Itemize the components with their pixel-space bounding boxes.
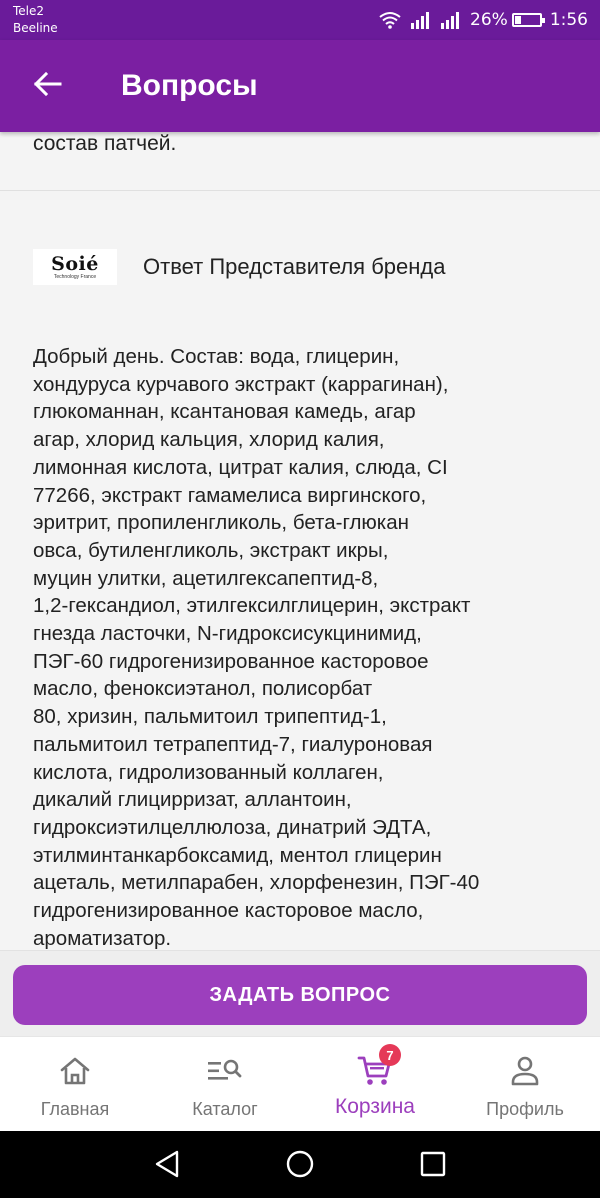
- home-icon: [55, 1054, 95, 1088]
- wifi-icon: [378, 11, 402, 29]
- profile-icon: [505, 1054, 545, 1088]
- battery-group: 26%: [470, 10, 545, 30]
- nav-item-catalog[interactable]: Каталог: [150, 1037, 300, 1131]
- brand-logo-name: Soié: [51, 252, 99, 275]
- nav-label-profile: Профиль: [486, 1099, 564, 1119]
- app-bar: Вопросы: [0, 40, 600, 132]
- nav-item-home[interactable]: Главная: [0, 1037, 150, 1131]
- nav-item-profile[interactable]: Профиль: [450, 1037, 600, 1131]
- bottom-navigation: Главная Каталог 7 Корзина Профиль: [0, 1036, 600, 1131]
- status-bar: Tele2 Beeline 26% 1:56: [0, 0, 600, 40]
- carrier-names: Tele2 Beeline: [13, 3, 58, 37]
- system-back-button[interactable]: [150, 1149, 184, 1183]
- circle-home-icon: [285, 1149, 315, 1184]
- status-icons: 26% 1:56: [378, 6, 588, 34]
- nav-label-cart: Корзина: [335, 1095, 415, 1118]
- cart-badge: 7: [379, 1044, 401, 1066]
- clock: 1:56: [549, 10, 588, 30]
- question-text-tail: состав патчей.: [33, 132, 177, 155]
- answer-header: Soié Technology France Ответ Представите…: [33, 248, 446, 286]
- signal-icon-1: [410, 11, 432, 29]
- carrier-2: Beeline: [13, 21, 58, 35]
- back-button[interactable]: [22, 64, 72, 108]
- signal-icon-2: [440, 11, 462, 29]
- qa-content[interactable]: состав патчей. Soié Technology France От…: [0, 132, 600, 950]
- answer-text: Добрый день. Состав: вода, глицерин, хон…: [33, 345, 480, 950]
- battery-icon: [511, 13, 545, 27]
- square-recents-icon: [419, 1150, 447, 1183]
- system-home-button[interactable]: [283, 1149, 317, 1183]
- triangle-back-icon: [153, 1149, 181, 1184]
- ask-question-bar: ЗАДАТЬ ВОПРОС: [0, 950, 600, 1036]
- nav-item-cart[interactable]: 7 Корзина: [300, 1037, 450, 1131]
- arrow-left-icon: [32, 71, 62, 102]
- brand-logo-tagline: Technology France: [53, 273, 97, 280]
- nav-label-home: Главная: [40, 1099, 110, 1119]
- carrier-1: Tele2: [13, 4, 45, 18]
- system-recents-button[interactable]: [416, 1149, 450, 1183]
- page-title: Вопросы: [121, 69, 258, 102]
- cart-icon: 7: [355, 1044, 401, 1088]
- nav-label-catalog: Каталог: [192, 1099, 258, 1119]
- system-navigation-bar: [0, 1131, 600, 1198]
- battery-percent: 26%: [470, 10, 508, 30]
- brand-logo: Soié Technology France: [33, 249, 117, 285]
- catalog-search-icon: [205, 1054, 245, 1088]
- ask-question-button[interactable]: ЗАДАТЬ ВОПРОС: [13, 965, 587, 1025]
- answer-author-label: Ответ Представителя бренда: [143, 254, 446, 279]
- divider: [0, 190, 600, 191]
